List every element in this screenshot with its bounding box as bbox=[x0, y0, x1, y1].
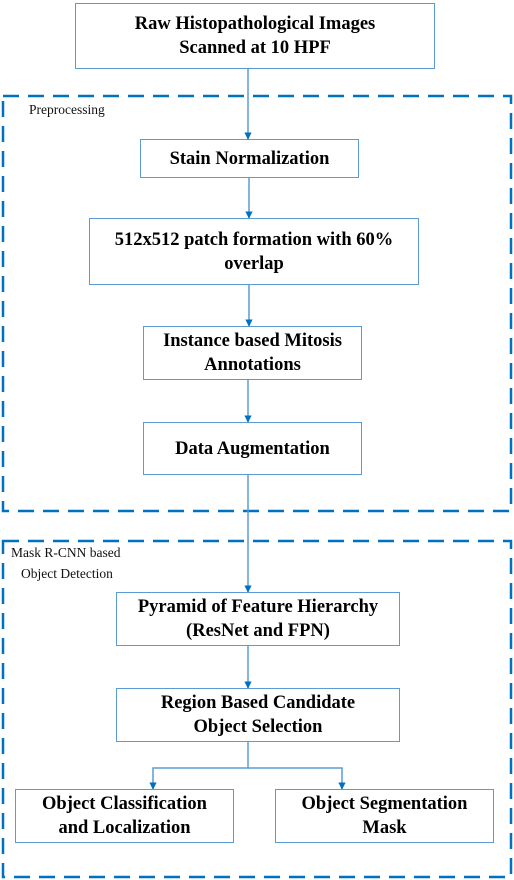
node-feature-pyramid: Pyramid of Feature Hierarchy (ResNet and… bbox=[116, 592, 400, 646]
node-data-augmentation: Data Augmentation bbox=[143, 422, 362, 475]
node-segmentation-mask: Object Segmentation Mask bbox=[275, 789, 494, 843]
arrow-region-to-classification bbox=[149, 741, 249, 790]
node-raw-images: Raw Histopathological Images Scanned at … bbox=[75, 3, 435, 69]
arrow-region-to-segmentation bbox=[248, 767, 346, 790]
node-classification-localization: Object Classification and Localization bbox=[15, 789, 234, 843]
node-stain-normalization: Stain Normalization bbox=[140, 139, 359, 178]
node-segmentation-mask-text: Object Segmentation Mask bbox=[301, 794, 468, 838]
node-raw-images-text: Raw Histopathological Images Scanned at … bbox=[134, 14, 376, 58]
node-stain-normalization-text: Stain Normalization bbox=[169, 148, 330, 169]
node-instance-annotations-text: Instance based Mitosis Annotations bbox=[163, 331, 342, 375]
node-region-selection: Region Based Candidate Object Selection bbox=[116, 688, 400, 742]
node-feature-pyramid-text: Pyramid of Feature Hierarchy (ResNet and… bbox=[137, 597, 379, 641]
node-region-selection-text: Region Based Candidate Object Selection bbox=[160, 693, 356, 737]
node-data-augmentation-text: Data Augmentation bbox=[175, 438, 330, 459]
node-classification-localization-text: Object Classification and Localization bbox=[42, 794, 207, 838]
node-patch-formation: 512x512 patch formation with 60% overlap bbox=[89, 218, 419, 285]
node-patch-formation-text: 512x512 patch formation with 60% overlap bbox=[114, 229, 394, 274]
preprocessing-group-label: Preprocessing bbox=[29, 102, 105, 117]
node-instance-annotations: Instance based Mitosis Annotations bbox=[143, 326, 362, 380]
mask-rcnn-group-label-line2: Object Detection bbox=[21, 566, 113, 581]
mask-rcnn-group-label-line1: Mask R-CNN based bbox=[11, 545, 121, 560]
